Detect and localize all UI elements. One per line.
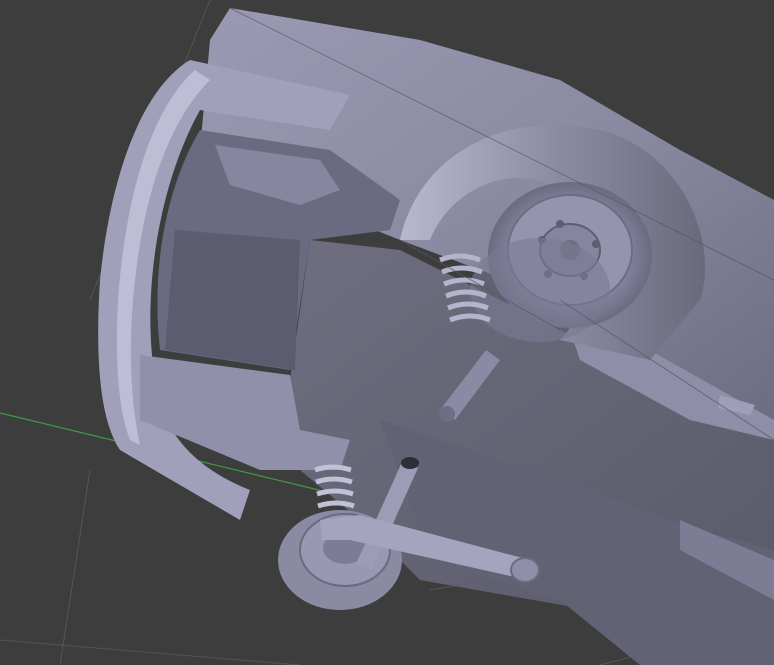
front-damper-top (401, 457, 419, 469)
trunk-floor (165, 230, 300, 370)
car-model[interactable] (98, 7, 774, 665)
rear-wheel-inner (470, 238, 610, 342)
viewport-canvas[interactable] (0, 0, 774, 665)
rear-damper-end (439, 406, 455, 422)
control-arm-bushing (510, 557, 540, 583)
3d-viewport[interactable] (0, 0, 774, 665)
